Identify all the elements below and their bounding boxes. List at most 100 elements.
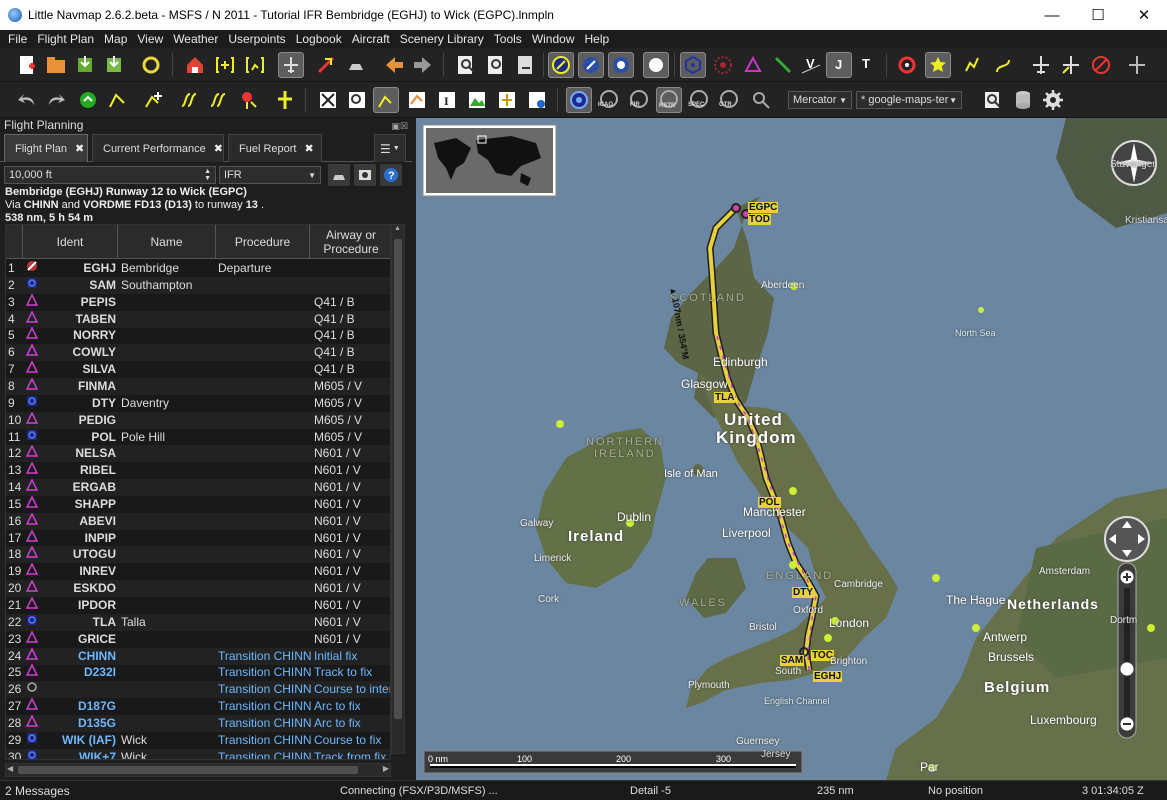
map-theme-select[interactable]: * google-maps-ter ▼ bbox=[856, 91, 962, 109]
table-row[interactable]: 28 D135G Transition CHINN Arc to fix bbox=[6, 714, 390, 732]
tab-current-performance[interactable]: Current Performance ✖ bbox=[92, 134, 224, 162]
table-row[interactable]: 12 NELSA N601 / V bbox=[6, 445, 390, 463]
table-row[interactable]: 22 TLA Talla N601 / V bbox=[6, 613, 390, 631]
legend-icon[interactable] bbox=[524, 87, 550, 113]
home-icon[interactable] bbox=[182, 52, 208, 78]
route-jet-icon[interactable] bbox=[205, 87, 231, 113]
tab-flight-plan[interactable]: Flight Plan ✖ bbox=[4, 134, 88, 162]
save-plan-icon[interactable] bbox=[72, 52, 98, 78]
table-row[interactable]: 27 D187G Transition CHINN Arc to fix bbox=[6, 698, 390, 715]
map-canvas[interactable] bbox=[416, 118, 1167, 780]
table-row[interactable]: 7 SILVA Q41 / B bbox=[6, 361, 390, 378]
table-row[interactable]: 29 WIK (IAF) Wick Transition CHINN Course to… bbox=[6, 732, 390, 749]
airport-add-on-icon[interactable] bbox=[643, 52, 669, 78]
settings-gear-icon[interactable] bbox=[1040, 87, 1066, 113]
close-icon[interactable]: ✖ bbox=[214, 142, 223, 155]
header-name[interactable]: Name bbox=[118, 225, 216, 259]
table-row[interactable]: 18 UTOGU N601 / V bbox=[6, 546, 390, 564]
flight-type-select[interactable]: IFR ▼ bbox=[219, 166, 321, 184]
table-row[interactable]: 4 TABEN Q41 / B bbox=[6, 310, 390, 328]
database-icon[interactable] bbox=[1010, 87, 1036, 113]
airport-empty-icon[interactable] bbox=[608, 52, 634, 78]
map-view[interactable]: EGPCTOD Stavanger Kristiansand Aberdeen SCOT… bbox=[416, 118, 1167, 780]
table-row[interactable]: 21 IPDOR N601 / V bbox=[6, 597, 390, 614]
table-horizontal-scrollbar[interactable]: ◀ ▶ bbox=[5, 763, 391, 777]
airspace-restricted-icon[interactable]: RSTR bbox=[656, 87, 682, 113]
table-row[interactable]: 10 PEDIG M605 / V bbox=[6, 411, 390, 429]
aircraft-icon[interactable] bbox=[1028, 52, 1054, 78]
table-row[interactable]: 8 FINMA M605 / V bbox=[6, 377, 390, 395]
track-icon[interactable]: T bbox=[854, 52, 880, 78]
direct-route-icon[interactable] bbox=[104, 87, 130, 113]
header-airway[interactable]: Airway or Procedure bbox=[310, 225, 390, 259]
map-search-icon[interactable] bbox=[980, 87, 1006, 113]
menu-aircraft[interactable]: Aircraft bbox=[352, 32, 390, 46]
table-row[interactable]: 11 POL Pole Hill M605 / V bbox=[6, 429, 390, 446]
menu-logbook[interactable]: Logbook bbox=[296, 32, 342, 46]
table-row[interactable]: 2 SAM Southampton bbox=[6, 276, 390, 294]
airport-soft-icon[interactable] bbox=[578, 52, 604, 78]
airspace-icon[interactable] bbox=[894, 52, 920, 78]
fit-icon[interactable] bbox=[513, 52, 539, 78]
menu-userpoints[interactable]: Userpoints bbox=[228, 32, 285, 46]
delete-aircraft-trail-icon[interactable] bbox=[313, 52, 339, 78]
menu-flight-plan[interactable]: Flight Plan bbox=[37, 32, 94, 46]
airport-hard-icon[interactable] bbox=[548, 52, 574, 78]
table-row[interactable]: 26 Transition CHINN Course to interc bbox=[6, 681, 390, 699]
projection-select[interactable]: Mercator ▼ bbox=[788, 91, 852, 109]
airspace-special-icon[interactable]: SPEC bbox=[686, 87, 712, 113]
clear-selection-icon[interactable] bbox=[343, 52, 369, 78]
zoom-in-icon[interactable] bbox=[453, 52, 479, 78]
table-row[interactable]: 14 ERGAB N601 / V bbox=[6, 479, 390, 497]
userpoint-icon[interactable] bbox=[925, 52, 951, 78]
zoom-out-icon[interactable] bbox=[483, 52, 509, 78]
info-icon[interactable]: I bbox=[434, 87, 460, 113]
help-icon[interactable]: ? bbox=[380, 164, 402, 186]
select-all-icon[interactable] bbox=[315, 87, 341, 113]
airspace-fir-icon[interactable]: FIR bbox=[626, 87, 652, 113]
plan-settings-icon[interactable] bbox=[354, 164, 376, 186]
missed-approach-icon[interactable] bbox=[990, 52, 1016, 78]
search-route-icon[interactable] bbox=[344, 87, 370, 113]
header-procedure[interactable]: Procedure bbox=[216, 225, 310, 259]
tab-fuel-report[interactable]: Fuel Report ✖ bbox=[228, 134, 322, 162]
header-ident[interactable]: Ident bbox=[23, 225, 118, 259]
dock-float-close-buttons[interactable]: ▣☒ bbox=[391, 119, 408, 133]
menu-help[interactable]: Help bbox=[585, 32, 610, 46]
redo-icon[interactable] bbox=[43, 87, 69, 113]
center-plan-icon[interactable] bbox=[212, 52, 238, 78]
table-row[interactable]: 6 COWLY Q41 / B bbox=[6, 344, 390, 362]
edit-route-icon[interactable] bbox=[404, 87, 430, 113]
airspace-icao-icon[interactable]: ICAO bbox=[596, 87, 622, 113]
ai-ship-icon[interactable] bbox=[1124, 52, 1150, 78]
table-row[interactable]: 23 GRICE N601 / V bbox=[6, 630, 390, 648]
forward-icon[interactable] bbox=[410, 52, 436, 78]
waypoint-icon[interactable] bbox=[740, 52, 766, 78]
table-row[interactable]: 25 D232I Transition CHINN Track to fix bbox=[6, 664, 390, 681]
save-as-icon[interactable] bbox=[101, 52, 127, 78]
aircraft-trail-icon[interactable] bbox=[1058, 52, 1084, 78]
header-number[interactable] bbox=[6, 225, 23, 259]
reload-icon[interactable] bbox=[138, 52, 164, 78]
menu-scenery-library[interactable]: Scenery Library bbox=[400, 32, 484, 46]
tab-menu-button[interactable]: ☰ ▼ bbox=[374, 134, 406, 162]
route-visible-icon[interactable] bbox=[373, 87, 399, 113]
table-row[interactable]: 9 DTY Daventry M605 / V bbox=[6, 395, 390, 412]
close-icon[interactable]: ✖ bbox=[304, 142, 313, 155]
status-messages[interactable]: 2 Messages bbox=[5, 784, 70, 798]
close-icon[interactable]: ✖ bbox=[75, 142, 84, 155]
back-icon[interactable] bbox=[381, 52, 407, 78]
minimize-button[interactable]: — bbox=[1029, 0, 1075, 30]
close-button[interactable]: ✕ bbox=[1121, 0, 1167, 30]
open-plan-icon[interactable] bbox=[43, 52, 69, 78]
airspace-search-icon[interactable] bbox=[748, 87, 774, 113]
show-route-icon[interactable] bbox=[242, 52, 268, 78]
center-aircraft-icon[interactable] bbox=[566, 87, 592, 113]
flightplan-visible-icon[interactable] bbox=[960, 52, 986, 78]
edit-departure-icon[interactable] bbox=[328, 164, 350, 186]
menu-view[interactable]: View bbox=[137, 32, 163, 46]
new-plan-icon[interactable] bbox=[14, 52, 40, 78]
route-radio-icon[interactable] bbox=[236, 87, 262, 113]
table-row[interactable]: 1 EGHJ Bembridge Departure bbox=[6, 260, 390, 277]
aircraft-center-icon[interactable] bbox=[278, 52, 304, 78]
